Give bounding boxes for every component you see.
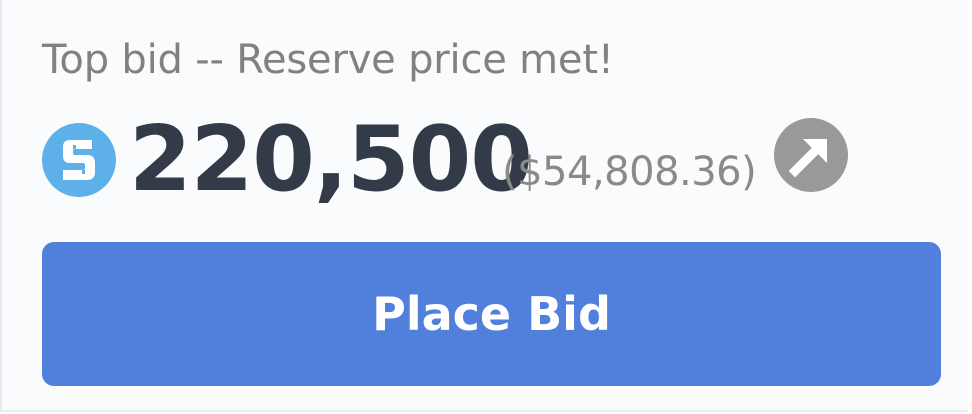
bid-panel: Top bid -- Reserve price met! 220,500 ($… (0, 0, 968, 412)
external-link-arrow-icon[interactable] (774, 118, 848, 192)
bid-fiat-value: ($54,808.36) (502, 149, 757, 195)
bid-status-text: Top bid -- Reserve price met! (42, 37, 614, 83)
sand-coin-icon (42, 123, 116, 197)
place-bid-button[interactable]: Place Bid (42, 242, 941, 386)
bid-amount: 220,500 (129, 107, 533, 212)
